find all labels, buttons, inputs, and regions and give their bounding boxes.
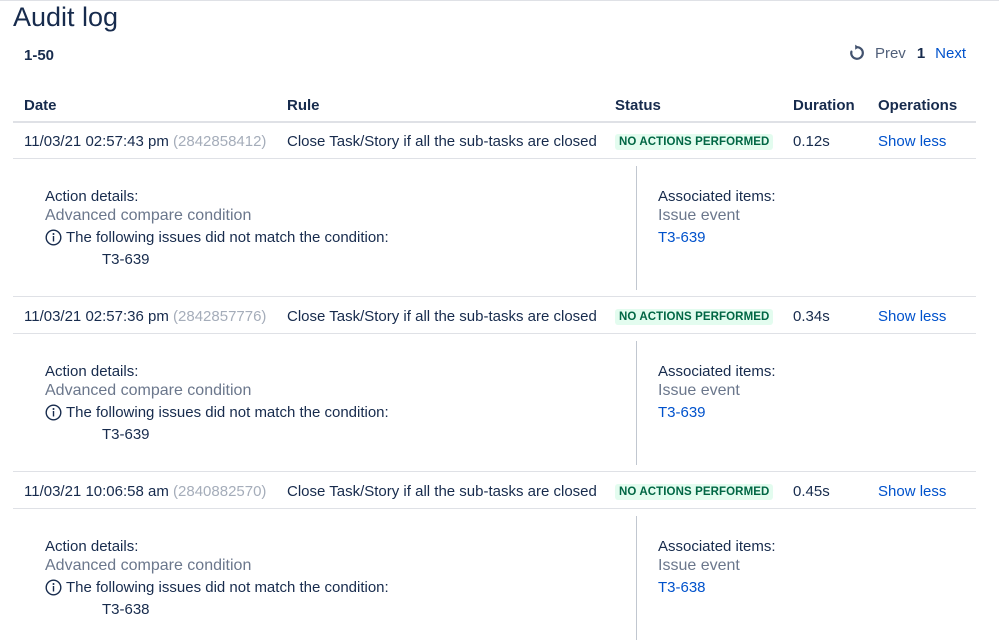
prev-page-link[interactable]: Prev: [875, 45, 906, 62]
pagination: Prev 1 Next: [848, 44, 966, 62]
date-text: 11/03/21 10:06:58 am: [24, 483, 169, 500]
info-icon: [45, 229, 62, 246]
status-badge: NO ACTIONS PERFORMED: [615, 134, 774, 150]
row-date: 11/03/21 10:06:58 am (2840882570): [24, 483, 266, 500]
row-divider: [13, 158, 976, 159]
info-icon: [45, 404, 62, 421]
condition-message: The following issues did not match the c…: [45, 579, 389, 596]
associated-items-label: Associated items:: [658, 363, 776, 380]
associated-items-label: Associated items:: [658, 538, 776, 555]
row-divider: [13, 471, 976, 472]
condition-message: The following issues did not match the c…: [45, 404, 389, 421]
message-text: The following issues did not match the c…: [66, 404, 389, 421]
column-header-rule: Rule: [287, 97, 320, 114]
date-text: 11/03/21 02:57:43 pm: [24, 133, 169, 150]
associated-item-type: Issue event: [658, 557, 740, 574]
associated-item-type: Issue event: [658, 382, 740, 399]
details-divider: [636, 516, 637, 640]
execution-id: (2842857776): [173, 308, 267, 325]
execution-id: (2840882570): [173, 483, 267, 500]
row-rule: Close Task/Story if all the sub-tasks ar…: [287, 483, 597, 500]
show-less-link[interactable]: Show less: [878, 133, 946, 150]
message-text: The following issues did not match the c…: [66, 229, 389, 246]
associated-item-type: Issue event: [658, 207, 740, 224]
associated-issue-link[interactable]: T3-639: [658, 229, 706, 246]
result-range: 1-50: [24, 47, 55, 64]
header-divider: [13, 121, 976, 123]
column-header-operations: Operations: [878, 97, 958, 114]
execution-id: (2842858412): [173, 133, 267, 150]
row-date: 11/03/21 02:57:36 pm (2842857776): [24, 308, 266, 325]
show-less-link[interactable]: Show less: [878, 483, 946, 500]
show-less-link[interactable]: Show less: [878, 308, 946, 325]
condition-message: The following issues did not match the c…: [45, 229, 389, 246]
action-name: Advanced compare condition: [45, 207, 252, 224]
refresh-icon[interactable]: [848, 44, 866, 62]
details-divider: [636, 166, 637, 290]
next-page-link[interactable]: Next: [935, 45, 966, 62]
status-badge: NO ACTIONS PERFORMED: [615, 309, 774, 325]
row-divider: [13, 333, 976, 334]
row-divider: [13, 508, 976, 509]
details-divider: [636, 341, 637, 465]
associated-issue-link[interactable]: T3-639: [658, 404, 706, 421]
column-header-status: Status: [615, 97, 661, 114]
action-details-label: Action details:: [45, 363, 139, 380]
column-header-duration: Duration: [793, 97, 855, 114]
action-name: Advanced compare condition: [45, 557, 252, 574]
row-rule: Close Task/Story if all the sub-tasks ar…: [287, 308, 597, 325]
row-duration: 0.34s: [793, 308, 830, 325]
page-title: Audit log: [13, 2, 119, 32]
info-icon: [45, 579, 62, 596]
row-rule: Close Task/Story if all the sub-tasks ar…: [287, 133, 597, 150]
current-page-number[interactable]: 1: [917, 45, 925, 62]
action-details-label: Action details:: [45, 538, 139, 555]
row-date: 11/03/21 02:57:43 pm (2842858412): [24, 133, 266, 150]
date-text: 11/03/21 02:57:36 pm: [24, 308, 169, 325]
unmatched-issue-key: T3-639: [102, 251, 150, 268]
row-duration: 0.45s: [793, 483, 830, 500]
action-details-label: Action details:: [45, 188, 139, 205]
row-duration: 0.12s: [793, 133, 830, 150]
action-name: Advanced compare condition: [45, 382, 252, 399]
associated-items-label: Associated items:: [658, 188, 776, 205]
message-text: The following issues did not match the c…: [66, 579, 389, 596]
status-badge: NO ACTIONS PERFORMED: [615, 484, 774, 500]
row-divider: [13, 296, 976, 297]
top-border: [0, 0, 999, 1]
column-header-date: Date: [24, 97, 57, 114]
unmatched-issue-key: T3-639: [102, 426, 150, 443]
unmatched-issue-key: T3-638: [102, 601, 150, 618]
associated-issue-link[interactable]: T3-638: [658, 579, 706, 596]
